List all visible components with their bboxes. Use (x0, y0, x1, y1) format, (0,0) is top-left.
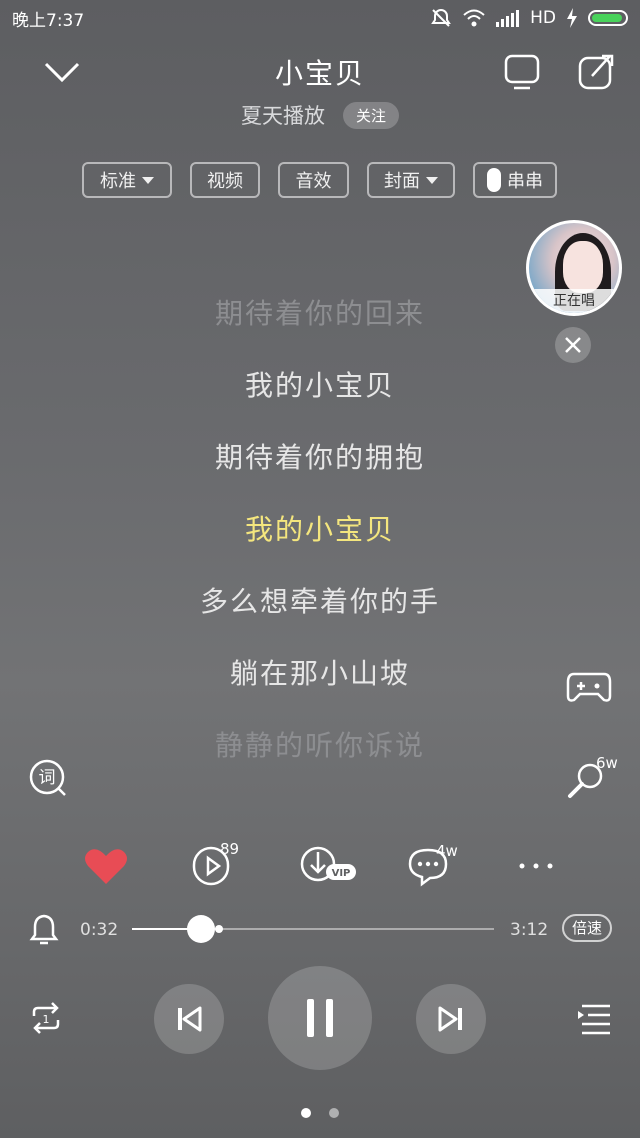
page-dot[interactable] (329, 1108, 339, 1118)
charging-icon (567, 8, 577, 28)
lyric-line-current: 我的小宝贝 (244, 513, 395, 546)
sound-effect-button[interactable]: 音效 (278, 162, 349, 198)
previous-icon (178, 1006, 202, 1032)
pause-icon (307, 999, 333, 1037)
like-heart-icon[interactable] (80, 840, 132, 892)
chuanchuan-label: 串串 (507, 171, 543, 192)
lyric-line: 多么想牵着你的手 (199, 585, 440, 618)
next-icon (438, 1006, 462, 1032)
quality-label: 标准 (100, 171, 136, 192)
status-icons: HD (430, 7, 628, 29)
status-time: 晚上7:37 (12, 10, 85, 31)
pause-button[interactable] (268, 966, 372, 1070)
gamepad-icon[interactable] (566, 666, 612, 706)
cover-label: 封面 (384, 171, 420, 192)
lyric-mode-button[interactable]: 词 (28, 758, 68, 798)
svg-text:1: 1 (43, 1013, 50, 1026)
action-row: 89 VIP 4w (0, 840, 640, 896)
vip-badge: VIP (326, 864, 356, 880)
battery-icon (588, 10, 628, 26)
mute-icon (431, 8, 451, 27)
progress-row: 0:32 3:12 倍速 (0, 910, 640, 950)
cover-dropdown[interactable]: 封面 (367, 162, 455, 198)
lyric-line: 期待着你的回来 (214, 297, 425, 330)
comment-count: 4w (436, 842, 458, 860)
pill-icon (487, 168, 501, 192)
chuanchuan-button[interactable]: 串串 (473, 162, 557, 198)
lyrics-panel[interactable]: 期待着你的回来 我的小宝贝 期待着你的拥抱 我的小宝贝 多么想牵着你的手 躺在那… (0, 284, 640, 788)
page-dot[interactable] (301, 1108, 311, 1118)
progress-thumb[interactable] (186, 915, 215, 943)
play-count: 89 (220, 840, 240, 858)
repeat-one-icon[interactable]: 1 (26, 1000, 66, 1036)
karaoke-count: 6w (596, 754, 618, 772)
artist-row: 夏天播放 关注 (0, 100, 640, 130)
playback-controls: 1 (0, 966, 640, 1072)
wifi-icon (463, 9, 485, 27)
page-indicator (0, 1108, 640, 1118)
sound-effect-label: 音效 (295, 171, 332, 192)
lyric-icon-label: 词 (39, 768, 56, 788)
status-bar: 晚上7:37 HD (0, 0, 640, 36)
lyric-icon: 词 (29, 759, 66, 796)
caret-down-icon (426, 176, 438, 184)
buffer-marker (214, 925, 223, 933)
follow-button[interactable]: 关注 (342, 101, 399, 129)
lyric-line: 静静的听你诉说 (214, 729, 425, 762)
share-icon[interactable] (576, 52, 616, 92)
song-title: 小宝贝 (274, 57, 365, 90)
caret-down-icon (142, 176, 154, 184)
lyric-line: 躺在那小山坡 (229, 657, 410, 690)
lyric-line: 我的小宝贝 (244, 369, 395, 402)
signal-icon (496, 10, 520, 27)
vip-label: VIP (332, 868, 351, 879)
playback-speed-button[interactable]: 倍速 (562, 914, 613, 942)
option-row: 标准 视频 音效 封面 串串 (82, 162, 557, 198)
playlist-icon[interactable] (576, 1000, 612, 1036)
next-button[interactable] (416, 984, 486, 1054)
artist-name[interactable]: 夏天播放 (241, 100, 325, 130)
more-icon[interactable] (510, 840, 562, 892)
current-time: 0:32 (80, 920, 119, 940)
video-label: 视频 (207, 171, 243, 192)
battery-level (592, 14, 623, 22)
quality-dropdown[interactable]: 标准 (82, 162, 172, 198)
tv-cast-icon[interactable] (500, 52, 544, 92)
network-type: HD (530, 8, 556, 28)
lyric-line: 期待着你的拥抱 (214, 441, 425, 474)
player-header: 小宝贝 (0, 40, 640, 104)
progress-track[interactable] (132, 915, 494, 943)
total-time: 3:12 (510, 920, 549, 940)
sleep-timer-bell-icon[interactable] (28, 912, 60, 946)
video-button[interactable]: 视频 (190, 162, 260, 198)
previous-button[interactable] (154, 984, 224, 1054)
